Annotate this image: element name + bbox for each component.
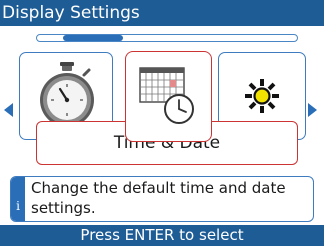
calendar-clock-icon: [139, 67, 194, 124]
settings-content: Time & Date i Change the default time an…: [0, 26, 324, 225]
display-settings-screen: Display Settings Time & Date i Change th…: [0, 0, 324, 246]
page-title: Display Settings: [0, 0, 324, 26]
info-icon: i: [11, 177, 25, 221]
carousel-item-time-date[interactable]: [125, 51, 212, 142]
carousel-scrollbar[interactable]: [36, 34, 298, 42]
scroll-left-arrow-icon[interactable]: [4, 103, 13, 117]
carousel-scroll-thumb[interactable]: [63, 35, 123, 41]
description-panel: i Change the default time and date setti…: [10, 176, 314, 222]
footer-hint: Press ENTER to select: [0, 225, 324, 246]
description-text: Change the default time and date setting…: [31, 179, 286, 217]
scroll-right-arrow-icon[interactable]: [308, 103, 317, 117]
